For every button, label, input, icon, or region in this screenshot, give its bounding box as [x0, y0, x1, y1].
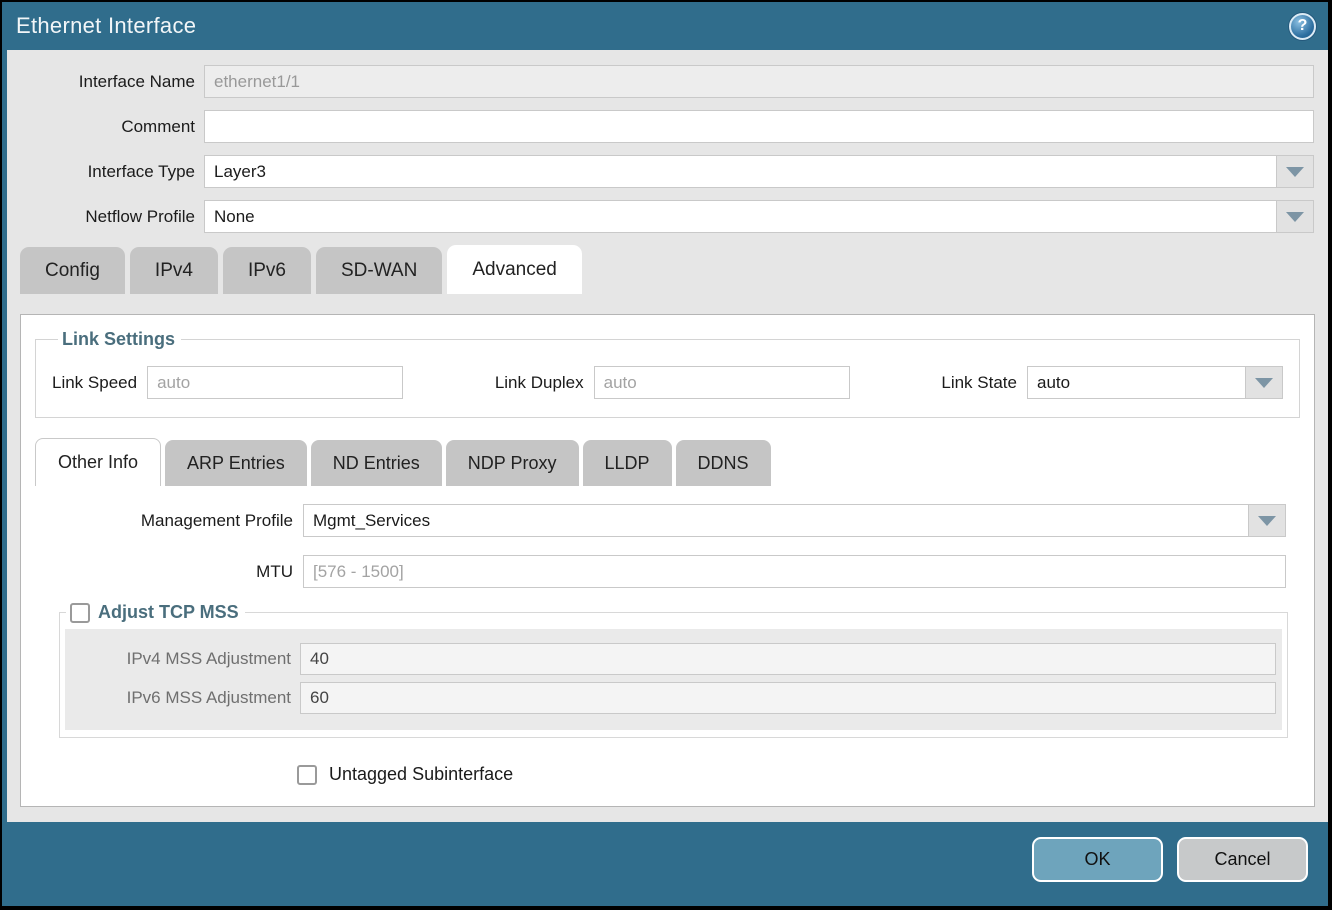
netflow-profile-value: None — [205, 201, 1276, 232]
cancel-button[interactable]: Cancel — [1177, 837, 1308, 882]
comment-input[interactable] — [204, 110, 1314, 143]
ipv4-mss-label: IPv4 MSS Adjustment — [65, 649, 291, 669]
link-settings-fieldset: Link Settings Link Speed Link Duplex Lin… — [35, 329, 1300, 418]
link-state-value: auto — [1028, 367, 1245, 398]
management-profile-row: Management Profile Mgmt_Services — [35, 504, 1300, 537]
ipv6-mss-row: IPv6 MSS Adjustment — [65, 682, 1282, 714]
ipv6-mss-label: IPv6 MSS Adjustment — [65, 688, 291, 708]
subtab-arp-entries[interactable]: ARP Entries — [165, 440, 307, 486]
subtab-other-info[interactable]: Other Info — [35, 438, 161, 486]
comment-row: Comment — [7, 110, 1328, 143]
link-duplex-input[interactable] — [594, 366, 850, 399]
dialog-body: Interface Name Comment Interface Type La… — [2, 50, 1328, 822]
subtab-ddns[interactable]: DDNS — [676, 440, 771, 486]
advanced-tab-panel: Link Settings Link Speed Link Duplex Lin… — [20, 314, 1315, 807]
mss-panel: IPv4 MSS Adjustment IPv6 MSS Adjustment — [65, 629, 1282, 730]
chevron-down-icon[interactable] — [1276, 201, 1313, 232]
management-profile-select[interactable]: Mgmt_Services — [303, 504, 1286, 537]
link-duplex-label: Link Duplex — [495, 373, 584, 393]
subtab-nd-entries[interactable]: ND Entries — [311, 440, 442, 486]
chevron-down-icon[interactable] — [1248, 505, 1285, 536]
link-state-group: Link State auto — [941, 366, 1283, 399]
dialog-title: Ethernet Interface — [16, 13, 196, 39]
subtab-lldp[interactable]: LLDP — [583, 440, 672, 486]
interface-name-label: Interface Name — [7, 72, 195, 92]
adjust-tcp-mss-checkbox[interactable] — [70, 603, 90, 623]
dialog-footer: OK Cancel — [2, 822, 1328, 906]
management-profile-value: Mgmt_Services — [304, 505, 1248, 536]
interface-name-input — [204, 65, 1314, 98]
interface-name-row: Interface Name — [7, 65, 1328, 98]
tab-sdwan[interactable]: SD-WAN — [316, 247, 442, 294]
interface-type-label: Interface Type — [7, 162, 195, 182]
link-settings-row: Link Speed Link Duplex Link State auto — [52, 366, 1283, 399]
other-info-panel: Management Profile Mgmt_Services MTU — [35, 504, 1300, 785]
interface-type-select[interactable]: Layer3 — [204, 155, 1314, 188]
ipv6-mss-input — [300, 682, 1276, 714]
link-speed-group: Link Speed — [52, 366, 403, 399]
ipv4-mss-row: IPv4 MSS Adjustment — [65, 643, 1282, 675]
netflow-profile-select[interactable]: None — [204, 200, 1314, 233]
untagged-subinterface-label: Untagged Subinterface — [329, 764, 513, 785]
link-duplex-group: Link Duplex — [495, 366, 850, 399]
netflow-profile-row: Netflow Profile None — [7, 200, 1328, 233]
mtu-input[interactable] — [303, 555, 1286, 588]
advanced-sub-tabs: Other Info ARP Entries ND Entries NDP Pr… — [35, 438, 1300, 486]
ipv4-mss-input — [300, 643, 1276, 675]
adjust-tcp-mss-fieldset: Adjust TCP MSS IPv4 MSS Adjustment IPv6 … — [59, 602, 1288, 738]
dialog-titlebar: Ethernet Interface ? — [2, 2, 1328, 50]
subtab-ndp-proxy[interactable]: NDP Proxy — [446, 440, 579, 486]
link-speed-label: Link Speed — [52, 373, 137, 393]
main-tabs: Config IPv4 IPv6 SD-WAN Advanced — [20, 245, 1328, 294]
untagged-subinterface-row: Untagged Subinterface — [297, 764, 1300, 785]
mtu-row: MTU — [35, 555, 1300, 588]
interface-type-value: Layer3 — [205, 156, 1276, 187]
tab-ipv4[interactable]: IPv4 — [130, 247, 218, 294]
adjust-tcp-mss-legend: Adjust TCP MSS — [98, 602, 239, 623]
help-icon[interactable]: ? — [1289, 13, 1316, 40]
tab-config[interactable]: Config — [20, 247, 125, 294]
interface-type-row: Interface Type Layer3 — [7, 155, 1328, 188]
untagged-subinterface-checkbox[interactable] — [297, 765, 317, 785]
ok-button[interactable]: OK — [1032, 837, 1163, 882]
link-state-select[interactable]: auto — [1027, 366, 1283, 399]
link-state-label: Link State — [941, 373, 1017, 393]
management-profile-label: Management Profile — [35, 511, 293, 531]
comment-label: Comment — [7, 117, 195, 137]
link-speed-input[interactable] — [147, 366, 403, 399]
tab-ipv6[interactable]: IPv6 — [223, 247, 311, 294]
netflow-profile-label: Netflow Profile — [7, 207, 195, 227]
tab-advanced[interactable]: Advanced — [447, 245, 582, 294]
chevron-down-icon[interactable] — [1245, 367, 1282, 398]
ethernet-interface-dialog: Ethernet Interface ? Interface Name Comm… — [0, 0, 1332, 910]
chevron-down-icon[interactable] — [1276, 156, 1313, 187]
link-settings-legend: Link Settings — [62, 329, 175, 349]
top-form: Interface Name Comment Interface Type La… — [7, 50, 1328, 233]
mtu-label: MTU — [35, 562, 293, 582]
